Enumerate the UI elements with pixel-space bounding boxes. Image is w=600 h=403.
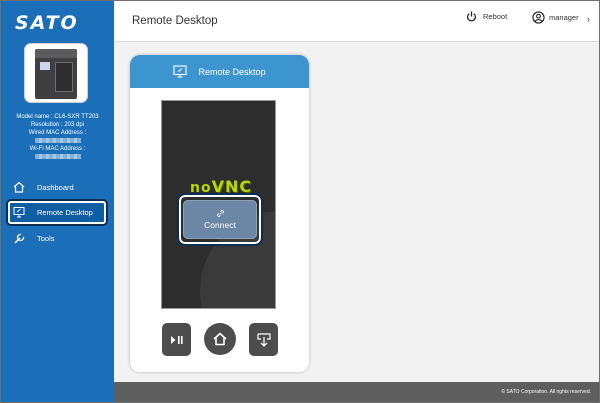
home-icon: [12, 180, 26, 194]
monitor-icon: [12, 205, 26, 219]
sidebar-item-label: Tools: [37, 233, 55, 243]
sidebar: SATO Model name : CL6-SXR TT203 Resoluti…: [1, 1, 114, 402]
novnc-logo: noVNC: [190, 177, 252, 196]
monitor-icon: [173, 65, 188, 78]
wired-mac-redacted: [34, 138, 81, 143]
download-icon: [256, 332, 271, 347]
home-button[interactable]: [204, 323, 236, 355]
wifi-mac-label: Wi-Fi MAC Address :: [29, 146, 86, 152]
power-icon: [466, 11, 477, 22]
wrench-icon: [12, 231, 26, 245]
sidebar-item-label: Dashboard: [37, 182, 74, 192]
sidebar-item-tools[interactable]: Tools: [1, 225, 114, 251]
link-icon: [216, 210, 224, 217]
connect-label: Connect: [204, 220, 236, 230]
printer-top: [35, 49, 77, 58]
copyright: © SATO Corporation. All rights reserved.: [501, 389, 591, 395]
play-pause-button[interactable]: [162, 323, 191, 356]
novnc-logo-no: no: [190, 180, 212, 196]
app-window: SATO Model name : CL6-SXR TT203 Resoluti…: [0, 0, 600, 403]
user-name: manager: [549, 13, 579, 22]
wifi-mac-redacted: [34, 154, 81, 159]
remote-screen[interactable]: noVNC Connect: [161, 100, 276, 309]
card-title: Remote Desktop: [198, 66, 266, 77]
user-menu[interactable]: manager: [532, 11, 579, 24]
user-icon: [532, 11, 545, 24]
resolution: Resolution : 203 dpi: [30, 122, 85, 128]
chevron-right-icon[interactable]: ›: [587, 14, 590, 24]
home-icon: [213, 332, 227, 346]
header: Remote Desktop Reboot manager ›: [114, 1, 599, 42]
page-title: Remote Desktop: [132, 15, 218, 27]
model-name: Model name : CL6-SXR TT203: [16, 114, 99, 120]
printer-image: [24, 43, 88, 103]
sato-logo: SATO: [15, 12, 79, 34]
download-button[interactable]: [249, 323, 278, 356]
card-header: Remote Desktop: [130, 55, 309, 88]
sidebar-item-remote-desktop[interactable]: Remote Desktop: [1, 199, 114, 226]
reboot-button[interactable]: Reboot: [466, 11, 507, 22]
printer-screen: [40, 62, 50, 70]
sidebar-item-dashboard[interactable]: Dashboard: [1, 174, 114, 200]
remote-desktop-card: Remote Desktop noVNC Connect: [130, 55, 309, 372]
wired-mac-label: Wired MAC Address :: [28, 130, 87, 136]
connect-button[interactable]: Connect: [183, 200, 257, 239]
novnc-logo-vnc: VNC: [211, 177, 253, 196]
play-pause-icon: [170, 335, 183, 344]
printer-door: [55, 62, 73, 92]
footer: © SATO Corporation. All rights reserved.: [114, 382, 599, 402]
printer-info: Model name : CL6-SXR TT203 Resolution : …: [1, 113, 114, 161]
reboot-label: Reboot: [483, 12, 508, 21]
sidebar-item-label: Remote Desktop: [37, 207, 93, 217]
